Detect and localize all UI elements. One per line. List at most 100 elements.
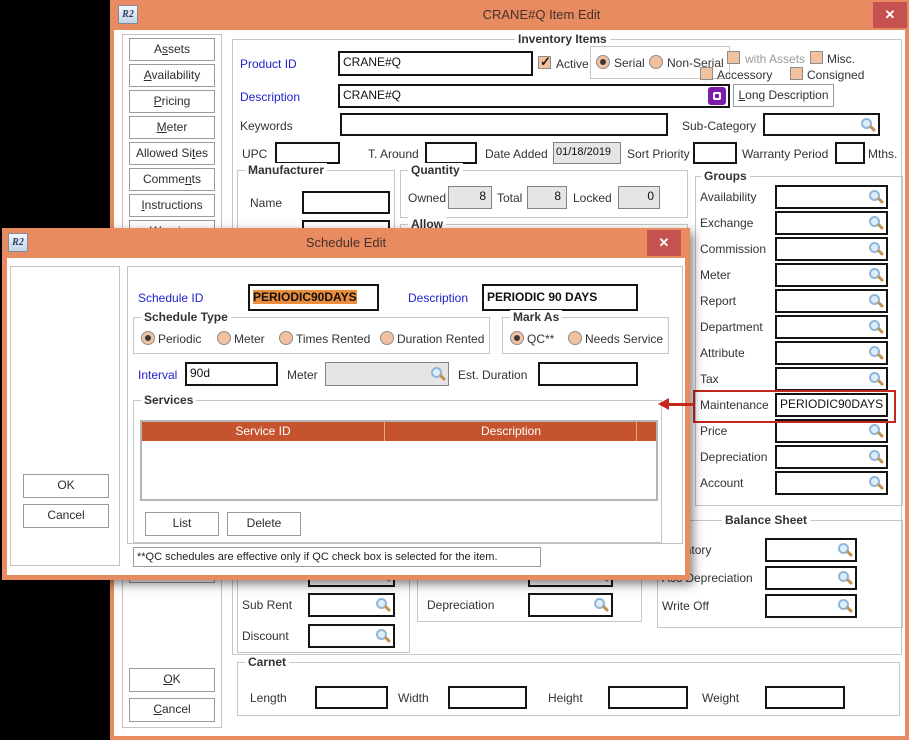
schedule-description-field[interactable]: PERIODIC 90 DAYS bbox=[482, 284, 638, 311]
search-icon[interactable] bbox=[837, 570, 853, 586]
product-id-label: Product ID bbox=[240, 57, 297, 71]
duration-rented-label: Duration Rented bbox=[397, 332, 484, 346]
sidebar-item-comments[interactable]: Comments bbox=[129, 168, 215, 191]
warranty-period-label: Warranty Period bbox=[742, 147, 828, 161]
serial-radio[interactable] bbox=[596, 55, 610, 69]
misc-checkbox[interactable] bbox=[810, 51, 823, 64]
delete-button[interactable]: Delete bbox=[227, 512, 301, 536]
annotation-arrow-line bbox=[668, 403, 694, 406]
group-field-attribute[interactable] bbox=[775, 341, 888, 365]
discount-field[interactable] bbox=[308, 624, 395, 648]
column-header-service-id[interactable]: Service ID bbox=[142, 422, 385, 441]
inventory-account-field[interactable] bbox=[765, 538, 857, 562]
search-icon[interactable] bbox=[837, 542, 853, 558]
sidebar-item-pricing[interactable]: Pricing bbox=[129, 90, 215, 113]
services-table: Service ID Description bbox=[140, 420, 658, 501]
search-icon[interactable] bbox=[868, 423, 884, 439]
cancel-button[interactable]: Cancel bbox=[23, 504, 109, 528]
warranty-period-field[interactable] bbox=[835, 142, 865, 164]
description-field[interactable]: CRANE#Q bbox=[338, 84, 730, 108]
needs-service-radio[interactable] bbox=[568, 331, 582, 345]
ok-button[interactable]: OK bbox=[23, 474, 109, 498]
periodic-radio[interactable] bbox=[141, 331, 155, 345]
group-field-department[interactable] bbox=[775, 315, 888, 339]
t-around-field[interactable] bbox=[425, 142, 477, 164]
list-button[interactable]: List bbox=[145, 512, 219, 536]
search-icon[interactable] bbox=[868, 319, 884, 335]
sidebar-item-availability[interactable]: Availability bbox=[129, 64, 215, 87]
weight-field[interactable] bbox=[765, 686, 845, 709]
group-field-account[interactable] bbox=[775, 471, 888, 495]
keywords-field[interactable] bbox=[340, 113, 668, 136]
search-icon[interactable] bbox=[868, 267, 884, 283]
search-icon[interactable] bbox=[860, 117, 876, 133]
sidebar-item-allowed-sites[interactable]: Allowed Sites bbox=[129, 142, 215, 165]
search-icon[interactable] bbox=[868, 345, 884, 361]
ok-button[interactable]: OK bbox=[129, 668, 215, 692]
search-icon[interactable] bbox=[868, 189, 884, 205]
search-icon[interactable] bbox=[593, 597, 609, 613]
with-assets-checkbox[interactable] bbox=[727, 51, 740, 64]
group-field-commission[interactable] bbox=[775, 237, 888, 261]
search-icon[interactable] bbox=[375, 628, 391, 644]
description-expand-icon[interactable] bbox=[708, 87, 726, 105]
desktop: R2 CRANE#Q Item Edit ✕ Assets Availabili… bbox=[0, 0, 909, 740]
sidebar-item-assets[interactable]: Assets bbox=[129, 38, 215, 61]
group-field-availability[interactable] bbox=[775, 185, 888, 209]
group-field-depreciation[interactable] bbox=[775, 445, 888, 469]
needs-service-label: Needs Service bbox=[585, 332, 663, 346]
consigned-label: Consigned bbox=[807, 68, 864, 82]
search-icon[interactable] bbox=[430, 366, 446, 382]
product-id-field[interactable]: CRANE#Q bbox=[338, 51, 533, 76]
long-description-button[interactable]: Long Description bbox=[733, 84, 834, 107]
sort-priority-field[interactable] bbox=[693, 142, 737, 164]
group-field-meter[interactable] bbox=[775, 263, 888, 287]
acc-depreciation-field[interactable] bbox=[765, 566, 857, 590]
close-icon[interactable]: ✕ bbox=[647, 230, 681, 256]
depreciation-account-field[interactable] bbox=[528, 593, 613, 617]
locked-field: 0 bbox=[618, 186, 660, 209]
sidebar-item-instructions[interactable]: Instructions bbox=[129, 194, 215, 217]
group-field-tax[interactable] bbox=[775, 367, 888, 391]
sub-rent-field[interactable] bbox=[308, 593, 395, 617]
active-label: Active bbox=[556, 57, 589, 71]
duration-rented-radio[interactable] bbox=[380, 331, 394, 345]
manufacturer-name-field[interactable] bbox=[302, 191, 390, 214]
width-field[interactable] bbox=[448, 686, 527, 709]
interval-field[interactable]: 90d bbox=[185, 362, 278, 386]
schedule-id-label: Schedule ID bbox=[138, 291, 203, 305]
sidebar-item-meter[interactable]: Meter bbox=[129, 116, 215, 139]
schedule-type-title: Schedule Type bbox=[141, 310, 231, 324]
search-icon[interactable] bbox=[375, 597, 391, 613]
meter-type-radio[interactable] bbox=[217, 331, 231, 345]
services-table-body[interactable] bbox=[142, 441, 656, 499]
column-header-description[interactable]: Description bbox=[386, 422, 637, 441]
search-icon[interactable] bbox=[868, 475, 884, 491]
est-duration-field[interactable] bbox=[538, 362, 638, 386]
cancel-button[interactable]: Cancel bbox=[129, 698, 215, 722]
active-checkbox[interactable] bbox=[538, 56, 551, 69]
non-serial-radio[interactable] bbox=[649, 55, 663, 69]
length-field[interactable] bbox=[315, 686, 388, 709]
search-icon[interactable] bbox=[868, 241, 884, 257]
consigned-checkbox[interactable] bbox=[790, 67, 803, 80]
manufacturer-title: Manufacturer bbox=[245, 163, 327, 177]
group-field-exchange[interactable] bbox=[775, 211, 888, 235]
search-icon[interactable] bbox=[868, 449, 884, 465]
owned-field: 8 bbox=[448, 186, 492, 209]
times-rented-radio[interactable] bbox=[279, 331, 293, 345]
close-icon[interactable]: ✕ bbox=[873, 2, 907, 28]
group-field-report[interactable] bbox=[775, 289, 888, 313]
qc-radio[interactable] bbox=[510, 331, 524, 345]
manufacturer-name-label: Name bbox=[250, 196, 282, 210]
search-icon[interactable] bbox=[868, 215, 884, 231]
schedule-id-field[interactable]: PERIODIC90DAYS bbox=[248, 284, 379, 311]
sub-category-field[interactable] bbox=[763, 113, 880, 136]
search-icon[interactable] bbox=[868, 371, 884, 387]
upc-field[interactable] bbox=[275, 142, 340, 164]
accessory-checkbox[interactable] bbox=[700, 67, 713, 80]
search-icon[interactable] bbox=[868, 293, 884, 309]
height-field[interactable] bbox=[608, 686, 688, 709]
search-icon[interactable] bbox=[837, 598, 853, 614]
write-off-field[interactable] bbox=[765, 594, 857, 618]
